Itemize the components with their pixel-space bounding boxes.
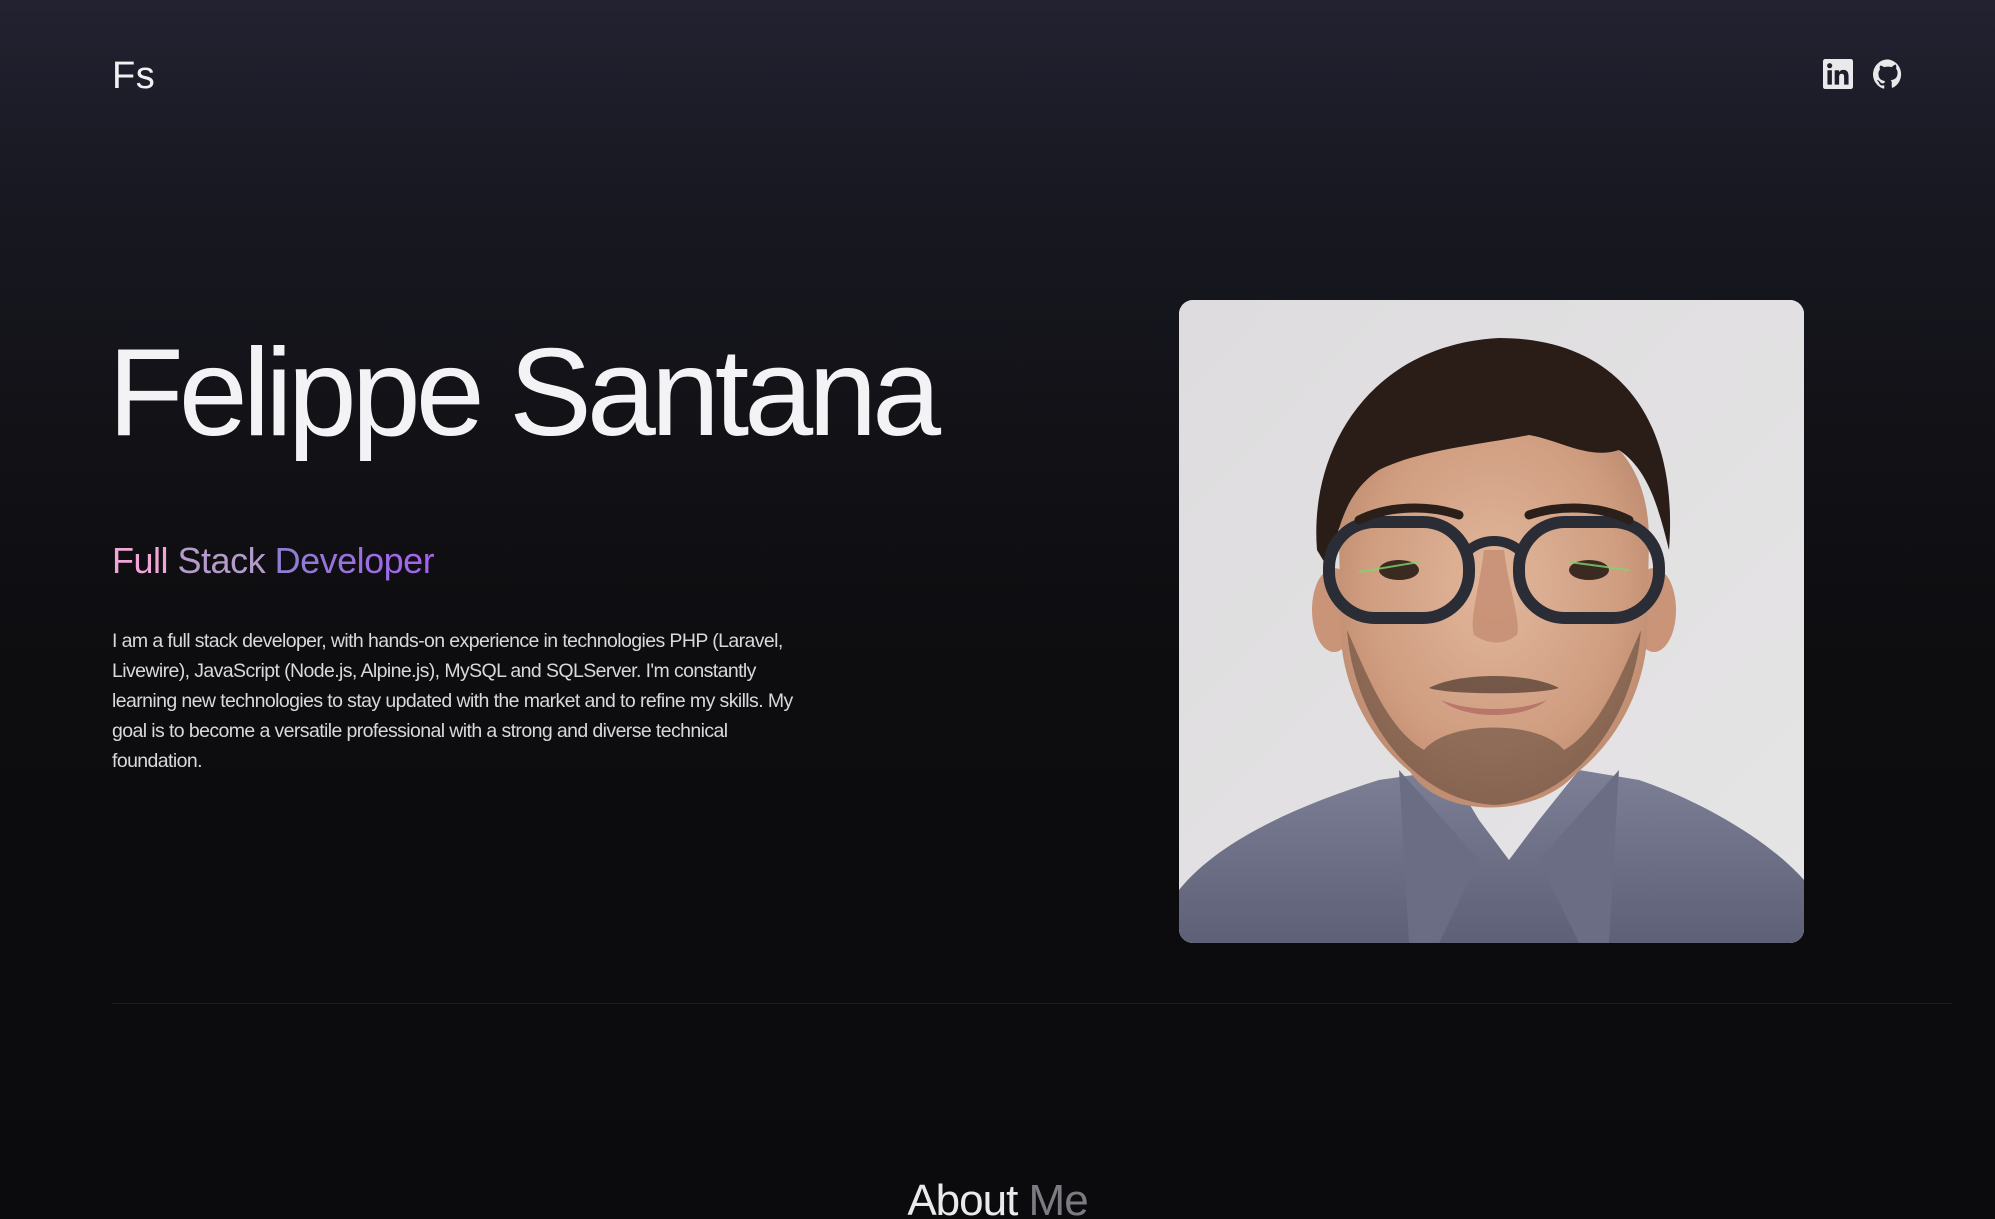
github-icon <box>1873 58 1903 94</box>
social-links <box>1823 58 1903 94</box>
about-title-word: About <box>907 1176 1018 1219</box>
portfolio-page: Fs Felippe Santana Full Stack Developer … <box>0 0 1995 1219</box>
role-word-full: Full <box>112 540 169 581</box>
logo[interactable]: Fs <box>112 55 155 98</box>
hero-role: Full Stack Developer <box>112 540 435 582</box>
about-section-title: About Me <box>0 1176 1995 1219</box>
me-title-word: Me <box>1028 1176 1089 1219</box>
github-link[interactable] <box>1873 58 1903 94</box>
site-header: Fs <box>112 48 1913 104</box>
linkedin-link[interactable] <box>1823 58 1853 94</box>
role-word-stack: Stack <box>177 540 266 581</box>
profile-photo <box>1179 300 1804 943</box>
hero-bio: I am a full stack developer, with hands-… <box>112 630 793 772</box>
role-word-developer: Developer <box>274 540 435 581</box>
linkedin-icon <box>1823 58 1853 94</box>
hero-name: Felippe Santana <box>108 324 941 462</box>
section-divider <box>112 1003 1952 1004</box>
